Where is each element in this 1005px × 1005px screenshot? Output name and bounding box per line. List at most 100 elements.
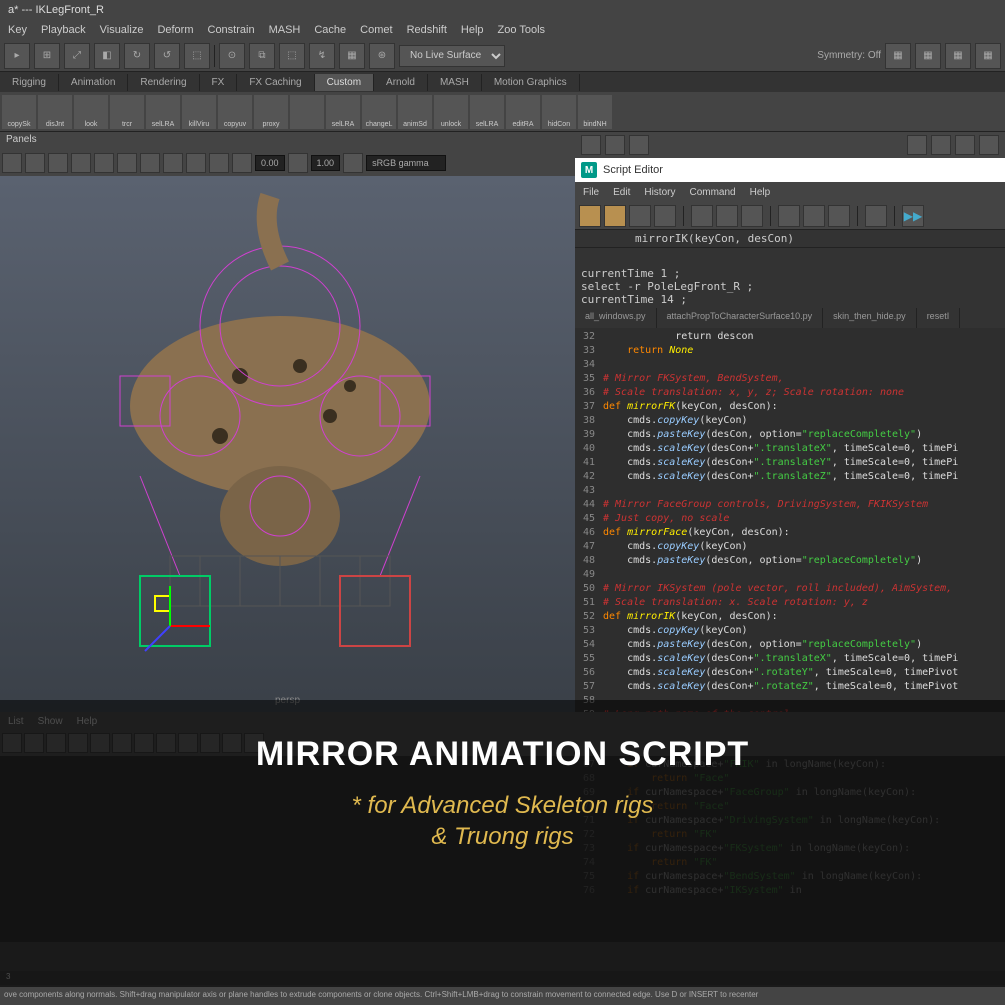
layout-icon[interactable] — [828, 205, 850, 227]
layout-icon[interactable] — [778, 205, 800, 227]
save-icon[interactable] — [654, 205, 676, 227]
xform-tool[interactable] — [907, 135, 927, 155]
open-icon[interactable] — [604, 205, 626, 227]
toolbar-btn[interactable]: ↯ — [309, 43, 335, 69]
list-icon[interactable] — [865, 205, 887, 227]
shelf-icon[interactable]: disJnt — [38, 95, 72, 129]
vp-gamma[interactable]: 1.00 — [311, 155, 341, 171]
vp-tool[interactable] — [25, 153, 45, 173]
vp-tool[interactable] — [343, 153, 363, 173]
toolbar-btn[interactable]: ⤢ — [64, 43, 90, 69]
toolbar-btn[interactable]: ▦ — [339, 43, 365, 69]
shelf-icon[interactable]: bindNH — [578, 95, 612, 129]
vp-tool[interactable] — [71, 153, 91, 173]
shelf-tab[interactable]: Rigging — [0, 74, 59, 91]
save-icon[interactable] — [629, 205, 651, 227]
shelf-icon[interactable]: changeL — [362, 95, 396, 129]
viewport[interactable]: persp — [0, 176, 575, 712]
shelf-tab[interactable]: Motion Graphics — [482, 74, 580, 91]
vp-exposure[interactable]: 0.00 — [255, 155, 285, 171]
vp-tool[interactable] — [209, 153, 229, 173]
menu-item[interactable]: Cache — [314, 24, 346, 36]
toolbar-btn[interactable]: ▦ — [915, 43, 941, 69]
script-tab[interactable]: attachPropToCharacterSurface10.py — [657, 308, 824, 328]
script-menu-item[interactable]: History — [644, 187, 675, 198]
menu-item[interactable]: Comet — [360, 24, 392, 36]
menu-item[interactable]: Help — [461, 24, 484, 36]
vp-tool[interactable] — [163, 153, 183, 173]
shelf-tab[interactable]: FX Caching — [237, 74, 314, 91]
run-icon[interactable]: ▶▶ — [902, 205, 924, 227]
shelf-tab[interactable]: Arnold — [374, 74, 428, 91]
toolbar-btn[interactable]: ▦ — [945, 43, 971, 69]
toolbar-btn[interactable]: ↺ — [154, 43, 180, 69]
vp-tool[interactable] — [186, 153, 206, 173]
menu-item[interactable]: Visualize — [100, 24, 144, 36]
shelf-icon[interactable]: killViru — [182, 95, 216, 129]
toolbar-btn[interactable]: ⊞ — [34, 43, 60, 69]
menu-item[interactable]: Zoo Tools — [498, 24, 546, 36]
toolbar-btn[interactable]: ◧ — [94, 43, 120, 69]
clear-icon[interactable] — [716, 205, 738, 227]
clear-icon[interactable] — [691, 205, 713, 227]
vp-tool[interactable] — [288, 153, 308, 173]
toolbar-btn[interactable]: ⬚ — [279, 43, 305, 69]
script-output[interactable]: currentTime 1 ; select -r PoleLegFront_R… — [575, 248, 1005, 308]
shelf-icon[interactable] — [290, 95, 324, 129]
xform-tool[interactable] — [629, 135, 649, 155]
shelf-tab[interactable]: FX — [200, 74, 238, 91]
menu-item[interactable]: MASH — [269, 24, 301, 36]
script-menu-item[interactable]: Help — [750, 187, 771, 198]
script-editor-titlebar[interactable]: M Script Editor — [575, 158, 1005, 182]
menu-item[interactable]: Redshift — [407, 24, 447, 36]
toolbar-btn[interactable]: ⊙ — [219, 43, 245, 69]
toolbar-btn[interactable]: ▸ — [4, 43, 30, 69]
script-tab[interactable]: resetI — [917, 308, 961, 328]
shelf-tab[interactable]: Rendering — [128, 74, 199, 91]
xform-tool[interactable] — [955, 135, 975, 155]
script-tab[interactable]: skin_then_hide.py — [823, 308, 917, 328]
shelf-icon[interactable]: trcr — [110, 95, 144, 129]
vp-tool[interactable] — [2, 153, 22, 173]
toolbar-btn[interactable]: ▦ — [975, 43, 1001, 69]
live-surface-select[interactable]: No Live Surface — [399, 45, 505, 67]
panels-label[interactable]: Panels — [0, 132, 575, 150]
layout-icon[interactable] — [803, 205, 825, 227]
xform-tool[interactable] — [581, 135, 601, 155]
script-menu-item[interactable]: File — [583, 187, 599, 198]
shelf-icon[interactable]: editRA — [506, 95, 540, 129]
menu-item[interactable]: Deform — [157, 24, 193, 36]
shelf-icon[interactable]: copyuv — [218, 95, 252, 129]
toolbar-btn[interactable]: ⧉ — [249, 43, 275, 69]
code-editor[interactable]: 32 return descon33 return None3435# Mirr… — [575, 328, 1005, 712]
xform-tool[interactable] — [979, 135, 999, 155]
toolbar-btn[interactable]: ↻ — [124, 43, 150, 69]
shelf-icon[interactable]: proxy — [254, 95, 288, 129]
vp-tool[interactable] — [140, 153, 160, 173]
shelf-icon[interactable]: look — [74, 95, 108, 129]
toolbar-btn[interactable]: ▦ — [885, 43, 911, 69]
shelf-icon[interactable]: unlock — [434, 95, 468, 129]
shelf-tab[interactable]: Custom — [315, 74, 374, 91]
vp-tool[interactable] — [232, 153, 252, 173]
toolbar-btn[interactable]: ⬚ — [184, 43, 210, 69]
vp-tool[interactable] — [117, 153, 137, 173]
script-menu-item[interactable]: Command — [689, 187, 735, 198]
vp-colorspace[interactable]: sRGB gamma — [366, 155, 446, 171]
xform-tool[interactable] — [931, 135, 951, 155]
shelf-icon[interactable]: animSd — [398, 95, 432, 129]
script-tab[interactable]: all_windows.py — [575, 308, 657, 328]
vp-tool[interactable] — [94, 153, 114, 173]
shelf-tab[interactable]: Animation — [59, 74, 128, 91]
menu-item[interactable]: Constrain — [208, 24, 255, 36]
xform-tool[interactable] — [605, 135, 625, 155]
toolbar-btn[interactable]: ⊛ — [369, 43, 395, 69]
shelf-icon[interactable]: selLRA — [470, 95, 504, 129]
clear-icon[interactable] — [741, 205, 763, 227]
shelf-icon[interactable]: hidCon — [542, 95, 576, 129]
shelf-icon[interactable]: selLRA — [146, 95, 180, 129]
open-icon[interactable] — [579, 205, 601, 227]
shelf-tab[interactable]: MASH — [428, 74, 482, 91]
menu-item[interactable]: Key — [8, 24, 27, 36]
menu-item[interactable]: Playback — [41, 24, 86, 36]
